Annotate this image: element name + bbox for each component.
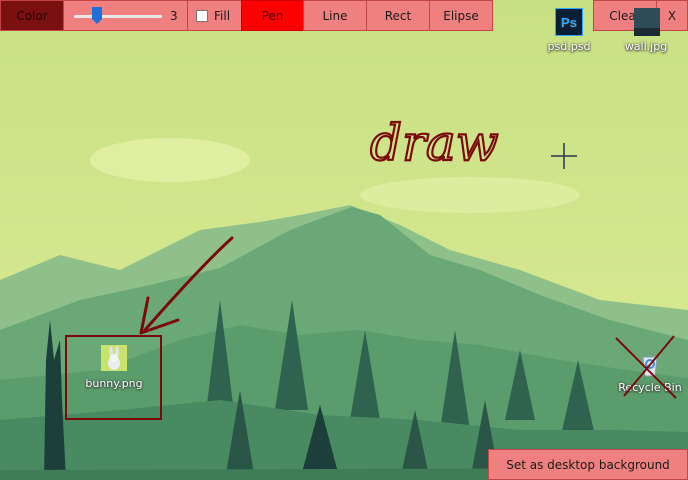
image-file-icon (634, 8, 660, 36)
desktop-icon-wall[interactable]: wall.jpg (620, 6, 672, 53)
set-desktop-background-label: Set as desktop background (506, 457, 670, 472)
psd-icon-label: psd.psd (547, 40, 591, 53)
desktop-icon-recycle-bin[interactable]: Recycle Bin (612, 349, 688, 394)
color-button-label: Color (16, 8, 48, 23)
rect-tool-label: Rect (384, 8, 412, 23)
brush-size-slider-thumb[interactable] (92, 7, 102, 24)
recycle-bin-label: Recycle Bin (618, 381, 682, 394)
brush-size-slider-track[interactable] (74, 15, 162, 18)
ellipse-tool-button[interactable]: Elipse (429, 0, 493, 31)
bunny-image-icon (101, 345, 127, 371)
desktop-wallpaper[interactable] (0, 0, 688, 480)
photoshop-icon: Ps (555, 8, 583, 36)
brush-size-control: 3 (63, 0, 188, 31)
pen-tool-button[interactable]: Pen (241, 0, 304, 31)
set-desktop-background-button[interactable]: Set as desktop background (488, 449, 688, 480)
line-tool-button[interactable]: Line (303, 0, 367, 31)
color-button[interactable]: Color (0, 0, 64, 31)
fill-label: Fill (214, 8, 231, 23)
bunny-icon-label: bunny.png (85, 377, 143, 390)
desktop-icon-bunny[interactable]: bunny.png (72, 345, 156, 390)
ellipse-tool-label: Elipse (443, 8, 479, 23)
pen-tool-label: Pen (261, 8, 284, 23)
brush-size-value: 3 (170, 9, 178, 23)
recycle-bin-icon (642, 356, 658, 377)
fill-checkbox-control[interactable]: Fill (187, 0, 242, 31)
wall-icon-label: wall.jpg (624, 40, 668, 53)
desktop-icon-psd[interactable]: Ps psd.psd (543, 6, 595, 53)
fill-checkbox[interactable] (196, 9, 208, 22)
photoshop-badge-text: Ps (561, 15, 577, 30)
line-tool-label: Line (322, 8, 348, 23)
rect-tool-button[interactable]: Rect (366, 0, 430, 31)
